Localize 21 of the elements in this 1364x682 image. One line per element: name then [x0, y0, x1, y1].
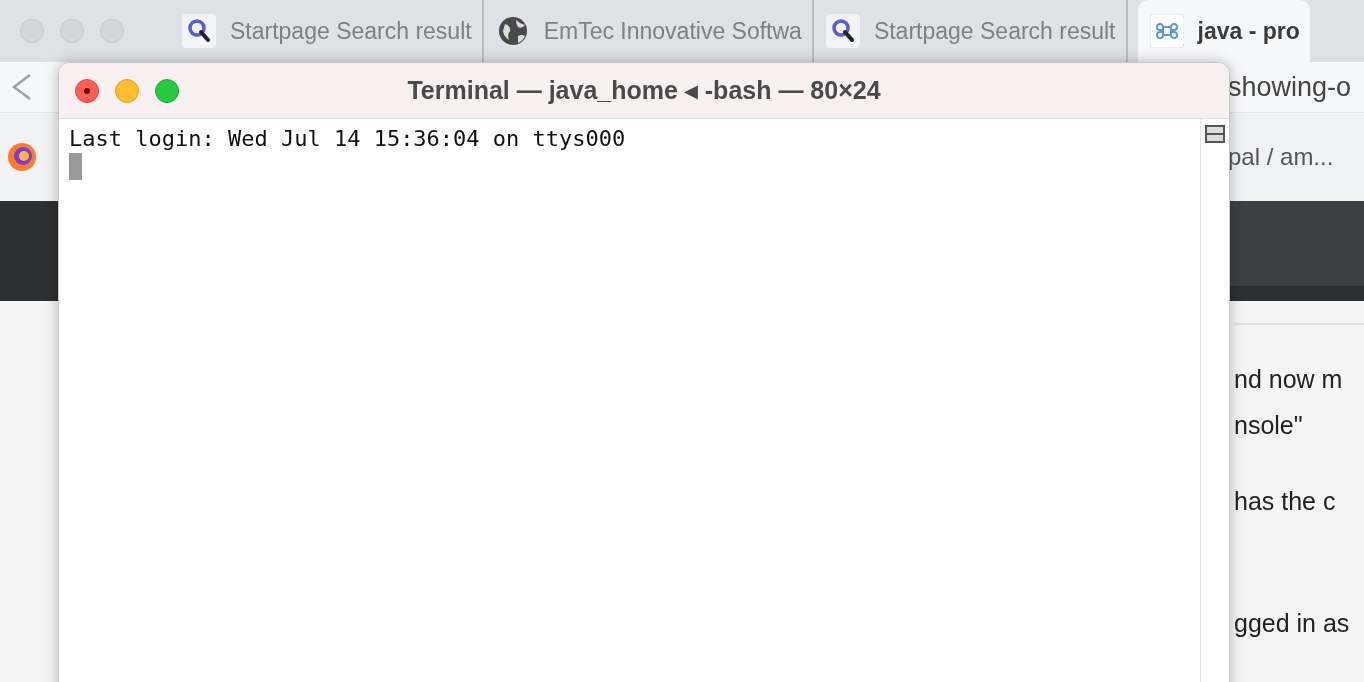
minimize-button[interactable] — [115, 78, 139, 103]
text-cursor — [69, 153, 82, 180]
window-title: Terminal — java_home ◂ -bash — 80×24 — [407, 76, 881, 105]
terminal-output: Last login: Wed Jul 14 15:36:04 on ttys000 — [69, 125, 627, 153]
page-text: nsole" — [1234, 411, 1304, 441]
browser-logo-icon[interactable] — [6, 141, 38, 173]
window-control-button[interactable] — [60, 19, 84, 43]
command-icon — [1149, 14, 1184, 48]
magnifier-icon — [182, 14, 216, 48]
browser-tab[interactable]: java - pro — [1137, 0, 1310, 62]
address-field[interactable]: showing-o — [1228, 71, 1364, 103]
zoom-button[interactable] — [155, 78, 179, 103]
window-control-button[interactable] — [100, 19, 124, 43]
bookmark-link[interactable]: pal / am... — [1228, 143, 1364, 171]
page-text: has the c — [1234, 487, 1337, 517]
magnifier-icon — [825, 14, 860, 48]
page-text: nd now m — [1234, 365, 1344, 395]
page-text: gged in as — [1234, 609, 1351, 639]
window-control-button[interactable] — [20, 19, 44, 43]
close-button[interactable] — [75, 78, 99, 103]
split-pane-icon[interactable] — [1204, 123, 1226, 145]
